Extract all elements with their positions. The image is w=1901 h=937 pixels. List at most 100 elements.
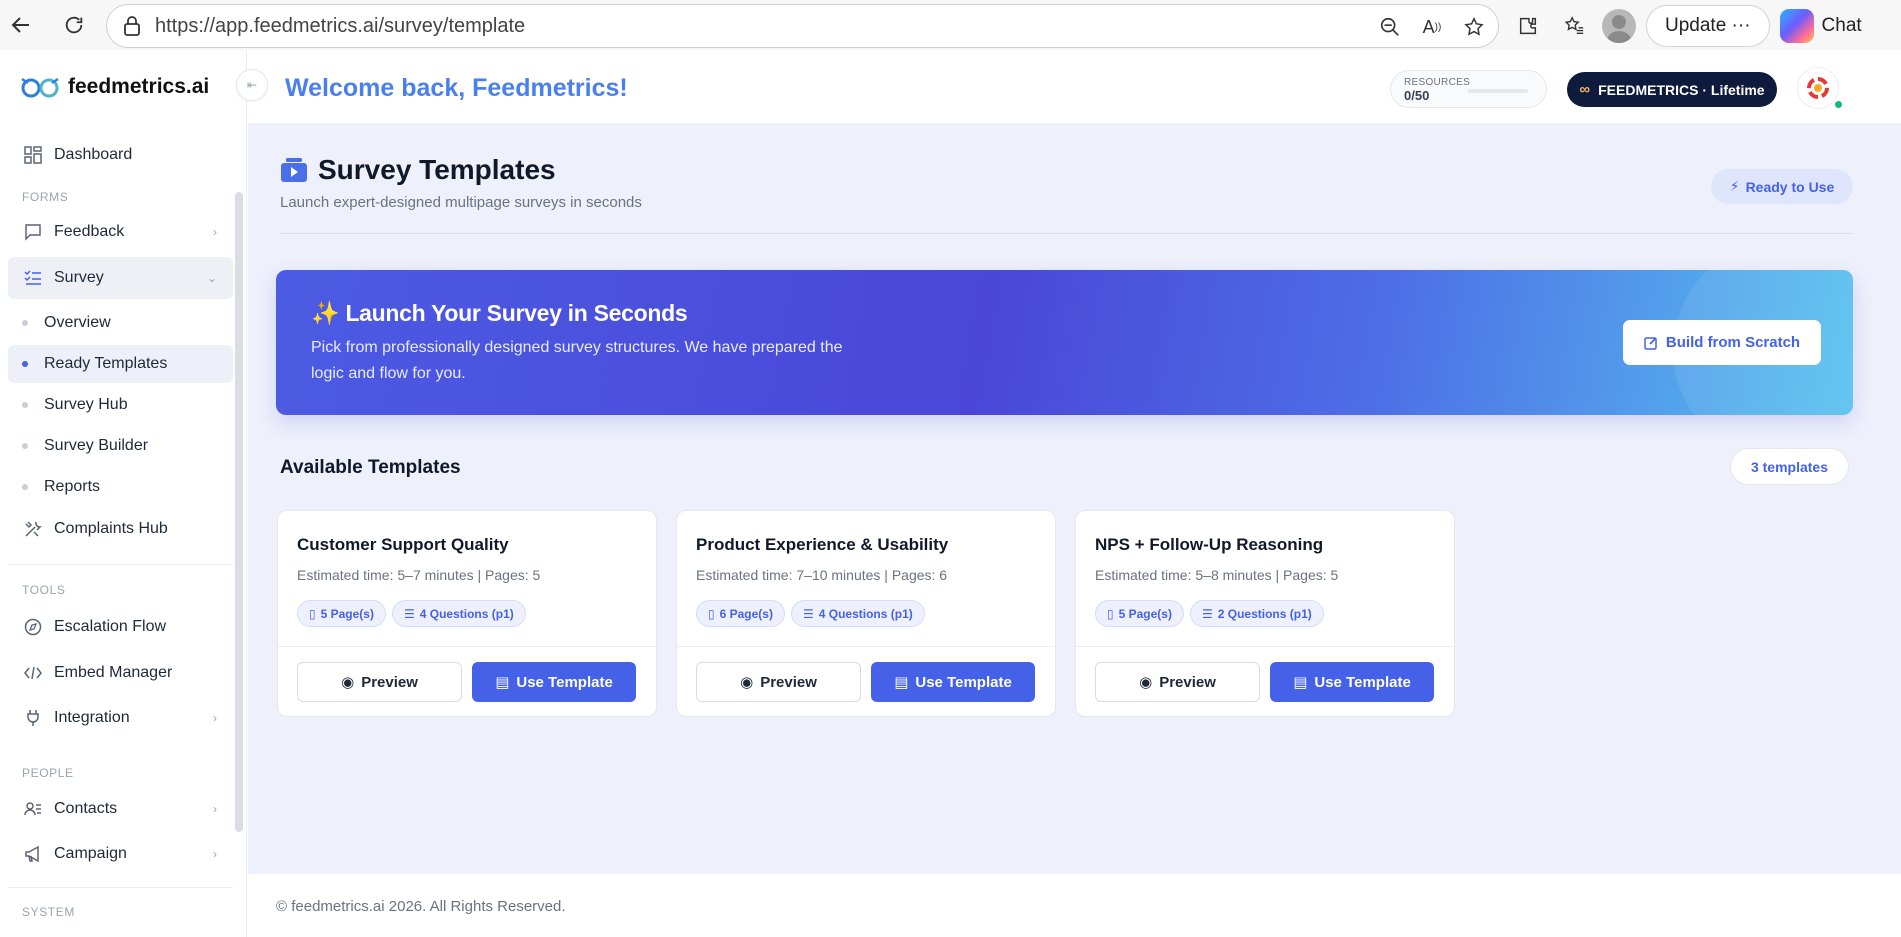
sidebar-subitem-survey-hub[interactable]: Survey Hub xyxy=(8,386,233,424)
url-text: https://app.feedmetrics.ai/survey/templa… xyxy=(155,14,526,37)
pages-chip: ▯ 5 Page(s) xyxy=(297,600,386,627)
profile-avatar-icon[interactable] xyxy=(1602,9,1636,43)
template-card: Product Experience & Usability Estimated… xyxy=(676,510,1056,717)
use-template-button[interactable]: ▤ Use Template xyxy=(1270,662,1434,702)
address-bar[interactable]: https://app.feedmetrics.ai/survey/templa… xyxy=(106,4,1499,48)
sidebar-item-label: Campaign xyxy=(54,845,127,862)
copilot-chat-button[interactable]: Chat xyxy=(1779,9,1862,43)
page-icon: ▯ xyxy=(708,606,715,621)
table-icon: ▤ xyxy=(1293,674,1308,691)
bullet-icon xyxy=(22,402,28,408)
sidebar-divider xyxy=(8,564,233,565)
compass-icon xyxy=(24,618,42,636)
sidebar-scrollbar[interactable] xyxy=(235,192,243,832)
resources-meter: RESOURCES 0/50 xyxy=(1390,70,1547,108)
questions-chip: ☰ 4 Questions (p1) xyxy=(391,600,526,627)
list-icon: ☰ xyxy=(1201,606,1213,621)
back-arrow-icon[interactable] xyxy=(3,7,39,43)
sidebar-item-label: Reports xyxy=(44,478,101,495)
sidebar-item-label: Survey Builder xyxy=(44,437,149,454)
available-templates-heading: Available Templates xyxy=(280,457,461,478)
sidebar-item-campaign[interactable]: Campaign › xyxy=(8,833,233,875)
main-content: Survey Templates Launch expert-designed … xyxy=(248,124,1901,874)
favorites-list-icon[interactable] xyxy=(1556,8,1592,44)
section-label-system: SYSTEM xyxy=(22,905,75,919)
plan-badge[interactable]: ∞ FEEDMETRICS · Lifetime xyxy=(1567,72,1777,107)
sidebar-item-complaints-hub[interactable]: Complaints Hub xyxy=(8,508,233,550)
sidebar-divider xyxy=(8,887,233,888)
button-label: Preview xyxy=(760,673,817,691)
template-card: Customer Support Quality Estimated time:… xyxy=(277,510,657,717)
use-template-button[interactable]: ▤ Use Template xyxy=(472,662,636,702)
tools-icon xyxy=(25,521,42,537)
page-icon: ▯ xyxy=(309,606,316,621)
template-meta: Estimated time: 7–10 minutes | Pages: 6 xyxy=(696,567,948,583)
sidebar-collapse-button[interactable]: ⇤ xyxy=(236,69,268,101)
resources-progress-bar xyxy=(1468,89,1528,93)
infinity-icon: ∞ xyxy=(1579,81,1591,98)
preview-button[interactable]: ◉ Preview xyxy=(1095,662,1260,702)
sidebar-item-label: Integration xyxy=(54,709,130,726)
preview-button[interactable]: ◉ Preview xyxy=(297,662,462,702)
table-icon: ▤ xyxy=(894,674,909,691)
sidebar-item-escalation-flow[interactable]: Escalation Flow xyxy=(8,606,233,648)
welcome-heading: Welcome back, Feedmetrics! xyxy=(285,74,628,102)
button-label: Preview xyxy=(361,673,418,691)
page-subtitle: Launch expert-designed multipage surveys… xyxy=(280,194,642,211)
page-title: Survey Templates xyxy=(280,154,556,186)
sidebar-item-survey[interactable]: Survey ⌄ xyxy=(8,257,233,299)
hero-title: ✨ Launch Your Survey in Seconds xyxy=(311,300,688,327)
video-board-icon xyxy=(281,158,307,182)
build-from-scratch-button[interactable]: Build from Scratch xyxy=(1623,320,1821,365)
preview-button[interactable]: ◉ Preview xyxy=(696,662,861,702)
zoom-out-icon[interactable] xyxy=(1376,13,1404,41)
chip-label: 5 Page(s) xyxy=(1118,606,1172,621)
update-button[interactable]: Update ··· xyxy=(1646,5,1770,47)
edit-icon xyxy=(1644,336,1657,350)
sidebar-item-label: Overview xyxy=(44,314,111,331)
sidebar-item-label: Dashboard xyxy=(54,146,133,163)
ready-to-use-badge: ⚡ Ready to Use xyxy=(1711,169,1853,204)
sidebar-item-dashboard[interactable]: Dashboard xyxy=(8,134,233,176)
sidebar-item-label: Survey xyxy=(54,269,104,286)
questions-chip: ☰ 4 Questions (p1) xyxy=(790,600,925,627)
eye-icon: ◉ xyxy=(1139,674,1153,691)
sidebar-item-embed-manager[interactable]: Embed Manager xyxy=(8,652,233,694)
refresh-icon[interactable] xyxy=(56,7,92,43)
sidebar-subitem-reports[interactable]: Reports xyxy=(8,468,233,506)
ready-badge-label: Ready to Use xyxy=(1745,178,1835,195)
build-label: Build from Scratch xyxy=(1665,334,1801,351)
footer-text: © feedmetrics.ai 2026. All Rights Reserv… xyxy=(276,898,566,915)
chevron-right-icon: › xyxy=(213,802,217,816)
sidebar-subitem-ready-templates[interactable]: Ready Templates xyxy=(8,345,233,383)
chevron-right-icon: › xyxy=(213,847,217,861)
template-title: Product Experience & Usability xyxy=(696,535,949,554)
brand-logo[interactable]: feedmetrics.ai xyxy=(20,75,209,99)
sidebar-item-integration[interactable]: Integration › xyxy=(8,697,233,739)
sidebar-item-contacts[interactable]: Contacts › xyxy=(8,788,233,830)
bolt-icon: ⚡ xyxy=(1729,178,1740,194)
plug-icon xyxy=(27,710,39,726)
button-label: Use Template xyxy=(516,673,613,691)
use-template-button[interactable]: ▤ Use Template xyxy=(871,662,1035,702)
read-aloud-icon[interactable]: A)) xyxy=(1418,13,1446,41)
sidebar-item-label: Survey Hub xyxy=(44,396,128,413)
sidebar-item-label: Escalation Flow xyxy=(54,618,167,635)
lock-icon xyxy=(124,16,140,36)
resources-label: RESOURCES xyxy=(1404,77,1471,88)
extensions-icon[interactable] xyxy=(1510,8,1546,44)
page-title-text: Survey Templates xyxy=(318,154,556,185)
templates-count-badge: 3 templates xyxy=(1730,448,1849,485)
sidebar-subitem-survey-builder[interactable]: Survey Builder xyxy=(8,427,233,465)
list-icon: ☰ xyxy=(403,606,415,621)
sidebar-item-label: Feedback xyxy=(54,223,125,240)
pages-chip: ▯ 5 Page(s) xyxy=(1095,600,1184,627)
section-label-forms: FORMS xyxy=(22,190,69,204)
bullet-icon xyxy=(22,320,28,326)
favorite-star-icon[interactable] xyxy=(1460,13,1488,41)
table-icon: ▤ xyxy=(495,674,510,691)
sidebar-item-feedback[interactable]: Feedback › xyxy=(8,211,233,253)
hero-banner: ✨ Launch Your Survey in Seconds Pick fro… xyxy=(276,270,1853,415)
sidebar-subitem-overview[interactable]: Overview xyxy=(8,304,233,342)
sidebar-item-label: Ready Templates xyxy=(44,355,168,372)
